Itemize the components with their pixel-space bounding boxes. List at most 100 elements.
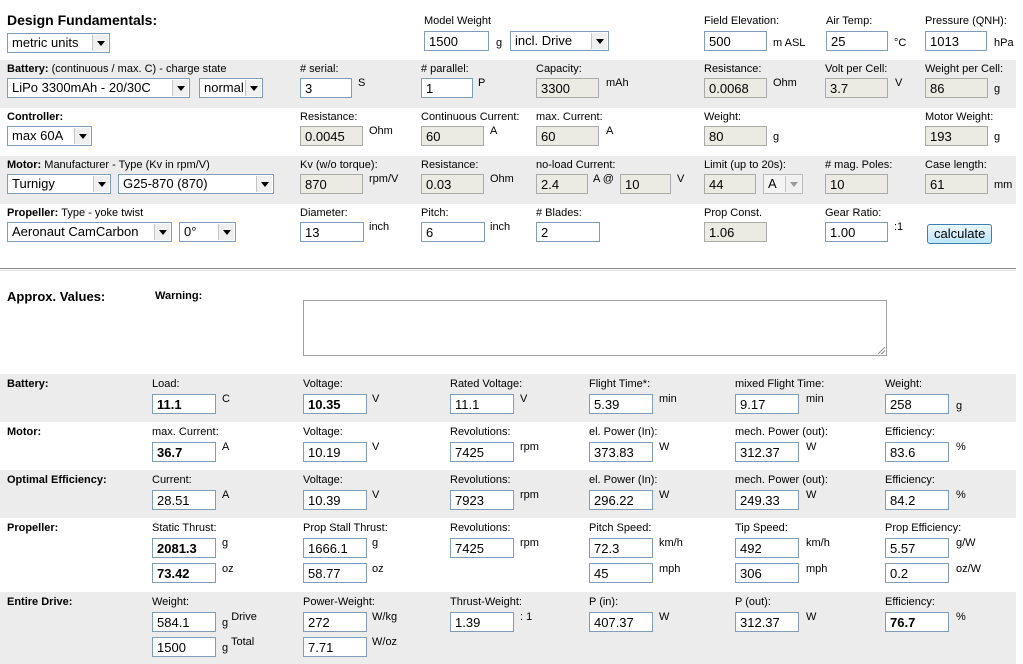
r-static-g-field[interactable]: 2081.3 bbox=[152, 538, 216, 558]
motor-type-select[interactable]: G25-870 (870) bbox=[118, 174, 274, 194]
motor-title: Motor: bbox=[7, 159, 42, 171]
units-select[interactable]: metric units bbox=[7, 33, 110, 53]
r-bweight-label: Weight: bbox=[885, 378, 923, 390]
r-tw-label: Thrust-Weight: bbox=[450, 596, 522, 608]
gear-label: Gear Ratio: bbox=[825, 207, 882, 219]
capacity-unit: mAh bbox=[606, 77, 629, 89]
yoke-twist-select[interactable]: 0° bbox=[179, 222, 236, 242]
r-static-oz-field[interactable]: 73.42 bbox=[152, 563, 216, 583]
r-mmech-unit: W bbox=[806, 441, 817, 453]
r-oelp-unit: W bbox=[659, 489, 670, 501]
r-bweight-field[interactable]: 258 bbox=[885, 394, 949, 414]
prop-type-select[interactable]: Aeronaut CamCarbon bbox=[7, 222, 172, 242]
calculate-button[interactable]: calculate bbox=[927, 224, 992, 244]
r-stall-oz-field[interactable]: 58.77 bbox=[303, 563, 367, 583]
r-mixed-field[interactable]: 9.17 bbox=[735, 394, 799, 414]
battery-type-select[interactable]: LiPo 3300mAh - 20/30C bbox=[7, 78, 190, 98]
r-bvoltage-field[interactable]: 10.35 bbox=[303, 394, 367, 414]
r-pout-label: P (out): bbox=[735, 596, 771, 608]
parallel-input[interactable]: 1 bbox=[421, 78, 473, 98]
r-ovoltage-label: Voltage: bbox=[303, 474, 343, 486]
r-tw-field[interactable]: 1.39 bbox=[450, 612, 514, 632]
r-pin-field[interactable]: 407.37 bbox=[589, 612, 653, 632]
pressure-input[interactable]: 1013 bbox=[925, 31, 987, 51]
drive-select[interactable]: incl. Drive bbox=[510, 31, 609, 51]
r-mrev-field[interactable]: 7425 bbox=[450, 442, 514, 462]
batt-resistance-field: 0.0068 bbox=[704, 78, 767, 98]
prop-const-label: Prop Const. bbox=[704, 207, 763, 219]
r-ocur-unit: A bbox=[222, 489, 230, 501]
r-omech-field[interactable]: 249.33 bbox=[735, 490, 799, 510]
r-stall-g-field[interactable]: 1666.1 bbox=[303, 538, 367, 558]
r-drive-weight-unit-g: g bbox=[222, 617, 229, 629]
r-oeff-field[interactable]: 84.2 bbox=[885, 490, 949, 510]
capacity-field: 3300 bbox=[536, 78, 599, 98]
r-peff-gw-field[interactable]: 5.57 bbox=[885, 538, 949, 558]
r-mrev-unit: rpm bbox=[520, 441, 539, 453]
r-flight-field[interactable]: 5.39 bbox=[589, 394, 653, 414]
prop-type-value: Aeronaut CamCarbon bbox=[12, 224, 139, 239]
r-total-weight-field[interactable]: 1500 bbox=[152, 637, 216, 657]
controller-select[interactable]: max 60A bbox=[7, 126, 92, 146]
motor-weight-field: 193 bbox=[925, 126, 988, 146]
kv-label: Kv (w/o torque): bbox=[300, 159, 378, 171]
r-pitch-kmh-field[interactable]: 72.3 bbox=[589, 538, 653, 558]
diameter-input[interactable]: 13 bbox=[300, 222, 364, 242]
model-weight-input[interactable]: 1500 bbox=[424, 31, 489, 51]
r-meff-unit: % bbox=[956, 441, 966, 453]
r-mmech-field[interactable]: 312.37 bbox=[735, 442, 799, 462]
pitch-input[interactable]: 6 bbox=[421, 222, 485, 242]
r-flight-unit: min bbox=[659, 393, 677, 405]
r-meff-field[interactable]: 83.6 bbox=[885, 442, 949, 462]
r-oelp-field[interactable]: 296.22 bbox=[589, 490, 653, 510]
motor-resistance-unit: Ohm bbox=[490, 173, 514, 185]
r-deff-field[interactable]: 76.7 bbox=[885, 612, 949, 632]
r-orev-field[interactable]: 7923 bbox=[450, 490, 514, 510]
case-field: 61 bbox=[925, 174, 988, 194]
gear-input[interactable]: 1.00 bbox=[825, 222, 888, 242]
air-temp-input[interactable]: 25 bbox=[826, 31, 888, 51]
r-omech-label: mech. Power (out): bbox=[735, 474, 828, 486]
r-pw-kg-field[interactable]: 272 bbox=[303, 612, 367, 632]
r-drive-weight-suffix: Drive bbox=[231, 611, 257, 623]
limit-unit-select[interactable]: A bbox=[763, 174, 803, 194]
r-pout-field[interactable]: 312.37 bbox=[735, 612, 799, 632]
r-pitchspeed-label: Pitch Speed: bbox=[589, 522, 652, 534]
warning-textarea[interactable] bbox=[303, 300, 887, 356]
ctrl-resistance-unit: Ohm bbox=[369, 125, 393, 137]
chevron-down-icon bbox=[92, 35, 108, 51]
r-rated-field[interactable]: 11.1 bbox=[450, 394, 514, 414]
r-load-unit: C bbox=[222, 393, 230, 405]
r-peff-label: Prop Efficiency: bbox=[885, 522, 962, 534]
r-total-weight-unit-g: g bbox=[222, 642, 229, 654]
r-pitch-mph-field[interactable]: 45 bbox=[589, 563, 653, 583]
field-elev-input[interactable]: 500 bbox=[704, 31, 767, 51]
battery-heading: Battery: (continuous / max. C) - charge … bbox=[7, 63, 227, 76]
r-load-field[interactable]: 11.1 bbox=[152, 394, 216, 414]
r-peff-ozw-field[interactable]: 0.2 bbox=[885, 563, 949, 583]
ctrl-weight-unit: g bbox=[773, 131, 780, 143]
r-tw-unit: : 1 bbox=[520, 611, 533, 623]
motor-type-value: G25-870 (870) bbox=[123, 176, 208, 191]
blades-input[interactable]: 2 bbox=[536, 222, 600, 242]
r-ovoltage-field[interactable]: 10.39 bbox=[303, 490, 367, 510]
r-tip-kmh-field[interactable]: 492 bbox=[735, 538, 799, 558]
r-mmax-field[interactable]: 36.7 bbox=[152, 442, 216, 462]
motor-manufacturer-select[interactable]: Turnigy bbox=[7, 174, 111, 194]
r-melp-field[interactable]: 373.83 bbox=[589, 442, 653, 462]
r-mvoltage-label: Voltage: bbox=[303, 426, 343, 438]
r-tip-mph-field[interactable]: 306 bbox=[735, 563, 799, 583]
kv-field: 870 bbox=[300, 174, 363, 194]
r-ocur-field[interactable]: 28.51 bbox=[152, 490, 216, 510]
r-pw-oz-field[interactable]: 7.71 bbox=[303, 637, 367, 657]
r-drive-weight-field[interactable]: 584.1 bbox=[152, 612, 216, 632]
charge-state-select[interactable]: normal bbox=[199, 78, 263, 98]
noload-at: @ bbox=[602, 173, 614, 185]
r-ovoltage-unit: V bbox=[372, 489, 380, 501]
battery-subtitle: (continuous / max. C) - charge state bbox=[48, 63, 227, 75]
serial-input[interactable]: 3 bbox=[300, 78, 352, 98]
r-stall-g-unit: g bbox=[372, 537, 379, 549]
r-drive-weight-unit: g Drive bbox=[222, 611, 257, 629]
r-prev-field[interactable]: 7425 bbox=[450, 538, 514, 558]
r-mvoltage-field[interactable]: 10.19 bbox=[303, 442, 367, 462]
